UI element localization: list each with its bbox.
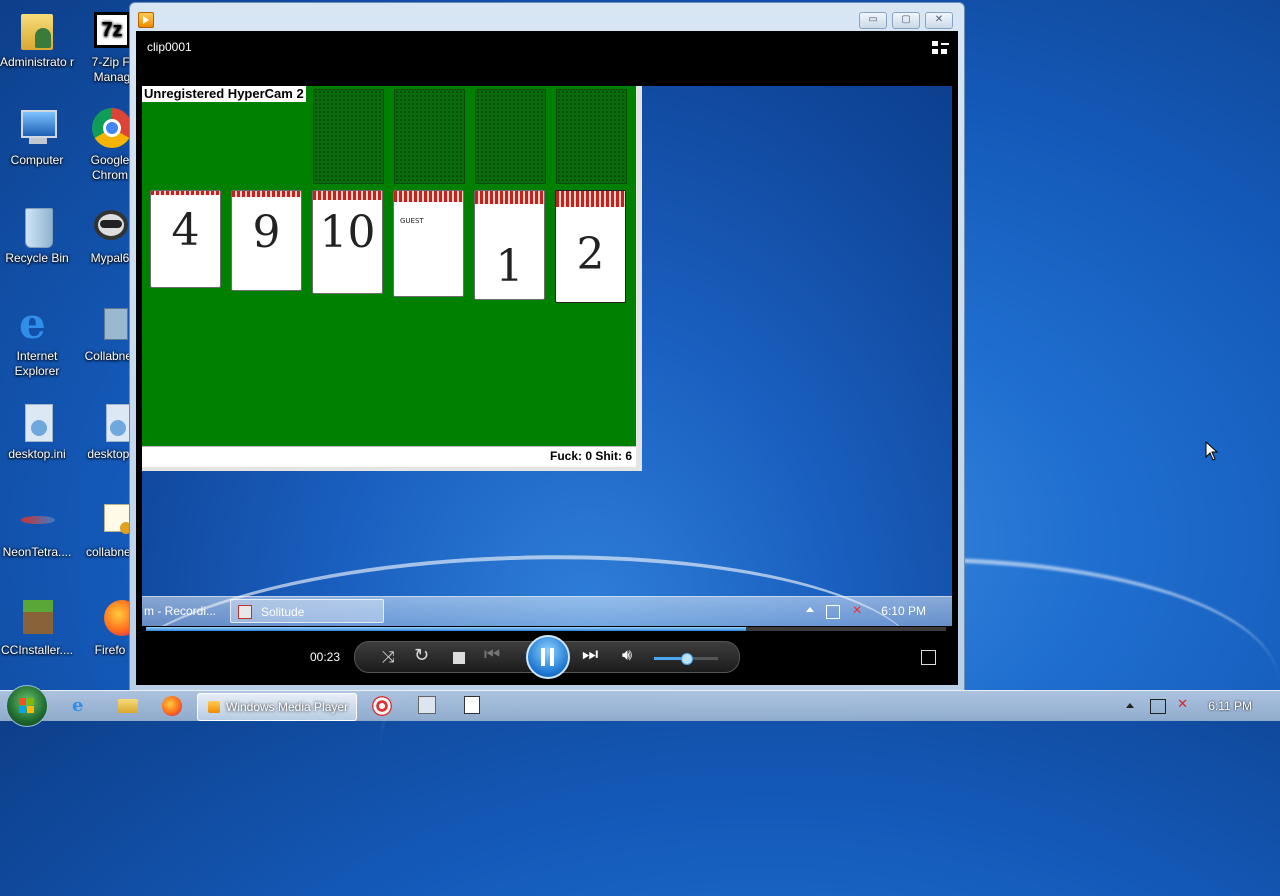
firefox-icon[interactable]	[162, 696, 182, 716]
volume-icon[interactable]: 🔊︎	[622, 645, 632, 665]
minecraft-icon	[15, 596, 59, 640]
window-app-icon[interactable]	[418, 696, 436, 714]
switch-to-library-icon[interactable]	[932, 41, 949, 55]
tray-arrow-icon	[806, 607, 814, 612]
elapsed-time: 00:23	[310, 650, 341, 664]
card-value: 4	[171, 205, 200, 256]
wmp-app-icon	[138, 12, 154, 28]
seek-progress	[146, 627, 746, 631]
icon-label: Recycle Bin	[5, 251, 69, 265]
icon-label: desktop.ini	[8, 447, 66, 461]
collabnet-icon	[88, 302, 132, 346]
desktop-icon-recycle-bin[interactable]: Recycle Bin	[0, 204, 76, 266]
card[interactable]: GUEST	[393, 190, 464, 297]
recycle-bin-icon	[15, 204, 59, 248]
foundation-slot[interactable]	[475, 89, 546, 184]
speaker-muted-icon[interactable]: ✕	[1177, 697, 1188, 712]
taskbar-wmp-label: Windows Media Player	[226, 700, 349, 714]
previous-icon[interactable]: ⏮	[484, 644, 500, 665]
fullscreen-icon[interactable]	[921, 650, 936, 665]
desktop-icon-computer[interactable]: Computer	[0, 106, 76, 168]
shuffle-icon[interactable]: ⤨	[382, 647, 395, 667]
desktop-icon-internet-explorer[interactable]: e Internet Explorer	[0, 302, 76, 379]
start-button[interactable]	[6, 685, 48, 727]
icon-label: CCInstaller....	[0, 643, 74, 657]
icon-label: Computer	[10, 153, 64, 167]
video-frame[interactable]: Unregistered HyperCam 2 4 9 10 GUEST 1 2…	[142, 86, 952, 626]
fish-icon	[15, 498, 59, 542]
playback-controls: 00:23 ⤨ ↻ ⏮ ⏭ 🔊︎	[136, 633, 958, 685]
video-taskbar-clock: 6:10 PM	[881, 604, 926, 618]
certificate-icon	[88, 498, 136, 542]
foundation-slot[interactable]	[313, 89, 384, 184]
desktop-icon-desktop-ini[interactable]: desktop.ini	[0, 400, 76, 462]
card[interactable]: 1	[474, 190, 545, 300]
notepad-icon[interactable]	[464, 696, 480, 714]
ie-icon[interactable]: e	[72, 696, 92, 716]
card[interactable]: 9	[231, 190, 302, 291]
maximize-button[interactable]: ▢	[892, 12, 920, 29]
game-table: Unregistered HyperCam 2 4 9 10 GUEST 1 2	[142, 86, 636, 446]
folder-icon[interactable]	[118, 699, 138, 713]
repeat-icon[interactable]: ↻	[414, 645, 429, 666]
ini-file-icon	[88, 400, 134, 444]
desktop-icon-ccinstaller[interactable]: CCInstaller....	[0, 596, 76, 658]
wmp-titlebar[interactable]: ▭ ▢ ✕	[130, 3, 964, 33]
status-bar: Fuck: 0 Shit: 6	[142, 446, 636, 467]
pause-button[interactable]	[526, 635, 570, 679]
card[interactable]: 2	[555, 190, 626, 303]
folder-user-icon	[15, 8, 59, 52]
network-icon[interactable]	[1150, 699, 1166, 714]
desktop-icon-administrator[interactable]: Administrato r	[0, 8, 76, 70]
windows-logo-icon	[19, 698, 35, 714]
tray-arrow-icon[interactable]	[1126, 703, 1134, 708]
video-taskbar-recording: m - Recordi...	[144, 604, 217, 618]
wmp-content: clip0001 Unregistered HyperCam 2 4 9 10 …	[136, 31, 958, 685]
stop-icon[interactable]	[453, 652, 465, 664]
chrome-icon	[88, 106, 132, 150]
clip-title: clip0001	[147, 40, 192, 54]
ie-icon: e	[19, 299, 46, 348]
network-icon	[826, 605, 840, 619]
ini-file-icon	[15, 400, 59, 444]
score-text: Fuck: 0 Shit: 6	[549, 449, 632, 463]
desktop-icon-neontetra[interactable]: NeonTetra....	[0, 498, 76, 560]
next-icon[interactable]: ⏭	[582, 644, 598, 665]
video-taskbar-solitude: Solitude	[230, 599, 384, 623]
card[interactable]: 4	[150, 190, 221, 288]
card-value: 9	[252, 207, 281, 258]
7zip-icon: 7z	[90, 8, 134, 52]
seek-bar[interactable]	[146, 627, 946, 631]
volume-knob[interactable]	[681, 653, 693, 665]
solitaire-window: Unregistered HyperCam 2 4 9 10 GUEST 1 2…	[142, 86, 642, 471]
minimize-button[interactable]: ▭	[859, 12, 887, 29]
target-app-icon[interactable]	[372, 696, 392, 716]
card-value: 2	[576, 229, 605, 280]
wmp-window: ▭ ▢ ✕ clip0001 Unregistered HyperCam 2 4…	[129, 2, 965, 692]
card-value: 10	[319, 207, 376, 258]
hypercam-watermark: Unregistered HyperCam 2	[142, 86, 306, 102]
taskbar: e Windows Media Player ✕ 6:11 PM	[0, 685, 1280, 727]
icon-label: NeonTetra....	[2, 545, 72, 559]
close-button[interactable]: ✕	[925, 12, 953, 29]
solitude-app-icon	[238, 605, 252, 619]
taskbar-clock[interactable]: 6:11 PM	[1208, 699, 1252, 713]
computer-icon	[15, 106, 59, 150]
mypal-icon	[88, 204, 132, 248]
mouse-cursor-icon	[1205, 441, 1219, 461]
volume-slider[interactable]	[654, 653, 718, 665]
card-tag: GUEST	[400, 217, 424, 225]
video-taskbar: m - Recordi... Solitude ✕ 6:10 PM	[142, 596, 952, 626]
card[interactable]: 10	[312, 190, 383, 294]
taskbar-wmp-button[interactable]: Windows Media Player	[197, 693, 357, 721]
icon-label: Internet Explorer	[14, 349, 60, 378]
wmp-app-icon	[208, 701, 220, 713]
foundation-slot[interactable]	[394, 89, 465, 184]
firefox-icon	[88, 596, 140, 640]
icon-label: Administrato r	[0, 55, 75, 69]
foundation-slot[interactable]	[556, 89, 627, 184]
speaker-muted-icon: ✕	[851, 603, 862, 617]
card-value: 1	[495, 241, 524, 292]
